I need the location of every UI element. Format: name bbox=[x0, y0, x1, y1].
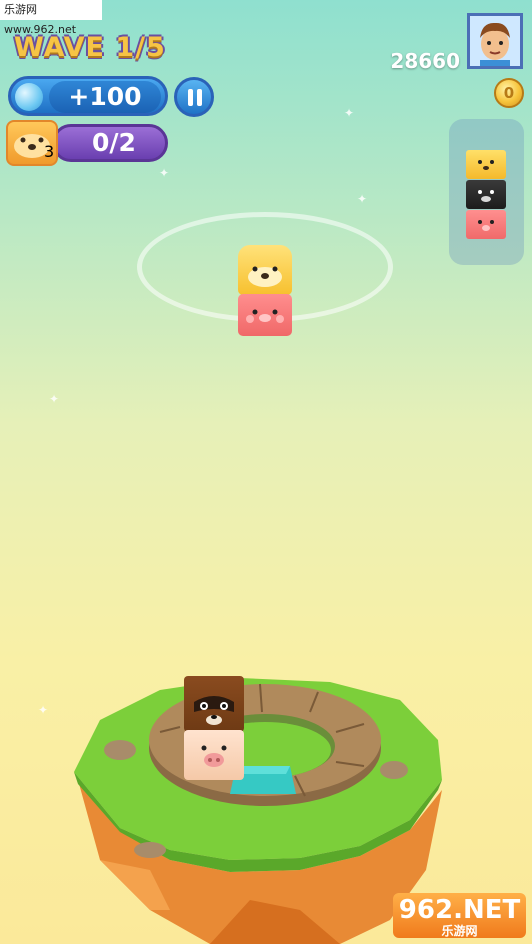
pig-block[interactable] bbox=[184, 730, 244, 780]
log-ring bbox=[149, 683, 381, 806]
sparkle-icon: ✦ bbox=[357, 192, 368, 206]
goal-progress: 0/2 bbox=[92, 128, 136, 157]
sparkle-icon: ✦ bbox=[344, 106, 355, 120]
player-avatar[interactable] bbox=[467, 13, 523, 69]
pause-icon bbox=[188, 89, 193, 106]
queue-item-black-cat bbox=[466, 180, 506, 209]
watermark-bottom: 962.NET 乐游网 bbox=[393, 893, 526, 938]
wave-counter: WAVE 1/5 bbox=[14, 32, 166, 63]
pause-button[interactable] bbox=[174, 77, 214, 117]
queue-item-yellow-dog bbox=[466, 150, 506, 179]
next-blocks-panel bbox=[449, 119, 524, 265]
sparkle-icon: ✦ bbox=[159, 166, 170, 180]
watermark-big: 962.NET bbox=[398, 895, 521, 925]
water-orb-icon bbox=[15, 83, 43, 111]
goal-badge-count: 3 bbox=[44, 142, 55, 161]
falling-yellow-dog-block[interactable] bbox=[238, 245, 292, 295]
bonus-pill: +100 bbox=[8, 76, 168, 116]
high-score: 28660 bbox=[390, 49, 460, 73]
falling-pink-pig-block[interactable] bbox=[238, 294, 292, 336]
raccoon-block[interactable] bbox=[184, 676, 244, 732]
watermark-small: 乐游网 bbox=[441, 924, 478, 938]
goal-progress-pill: 0/2 bbox=[52, 124, 168, 162]
pause-icon-bar bbox=[197, 89, 202, 106]
bonus-value: +100 bbox=[49, 81, 161, 113]
sparkle-icon: ✦ bbox=[49, 392, 60, 406]
queue-item-pink-pig bbox=[466, 210, 506, 239]
watermark-top: 乐游网 www.962.net bbox=[0, 0, 102, 36]
sparkle-icon: ✦ bbox=[38, 703, 49, 717]
coin-counter: 0 bbox=[494, 78, 524, 108]
